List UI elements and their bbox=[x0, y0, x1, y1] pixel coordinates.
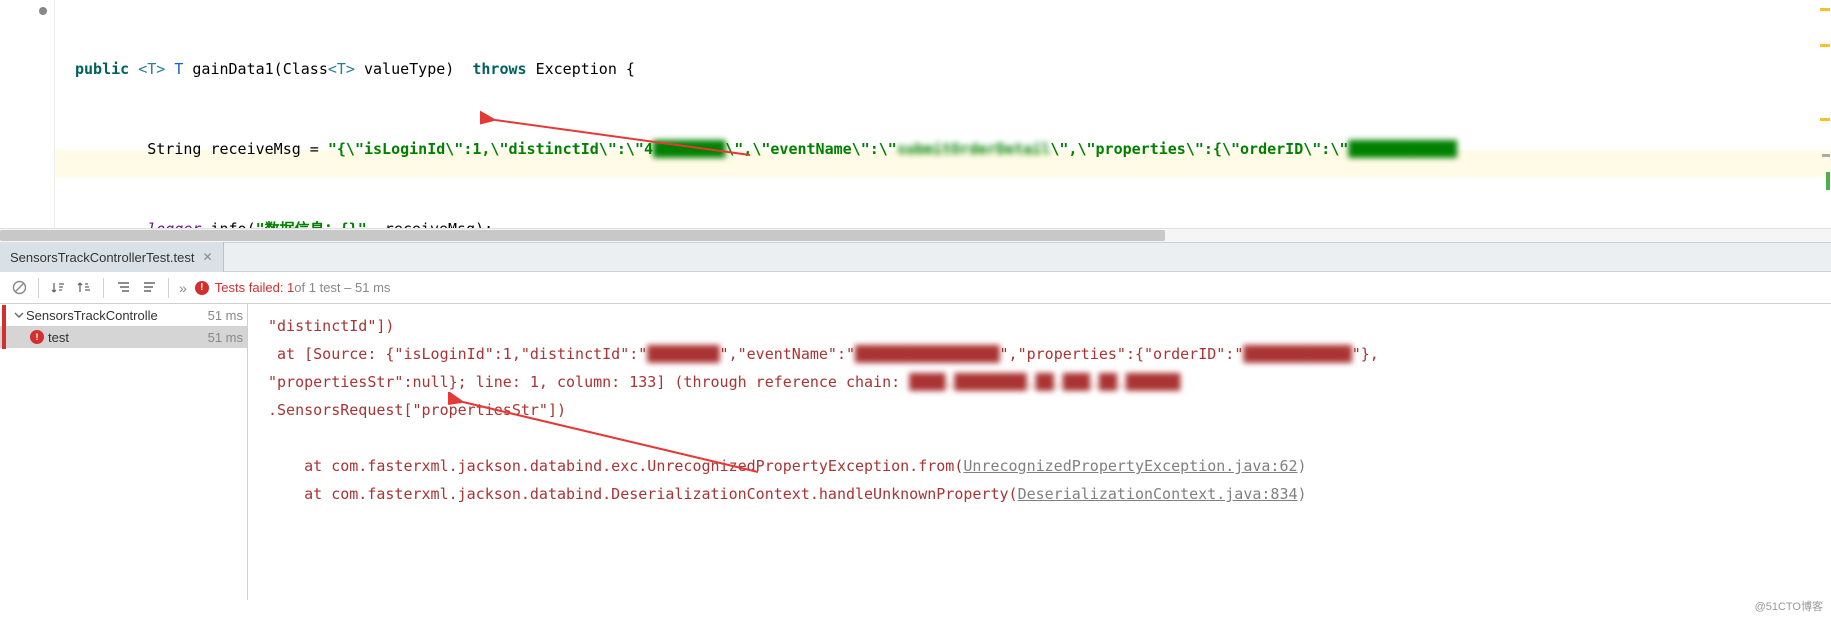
scrollbar-thumb[interactable] bbox=[0, 230, 1165, 241]
console-line: "propertiesStr":null}; line: 1, column: … bbox=[268, 368, 1811, 396]
editor-gutter bbox=[0, 0, 55, 228]
test-toolbar: » ! Tests failed: 1 of 1 test – 51 ms bbox=[0, 272, 1831, 304]
tab-label: SensorsTrackControllerTest.test bbox=[10, 250, 194, 265]
tree-root-label: SensorsTrackControlle bbox=[26, 308, 208, 323]
sort-down-icon[interactable] bbox=[47, 277, 69, 299]
chevron-down-icon bbox=[14, 310, 24, 320]
console-line: .SensorsRequest["propertiesStr"]) bbox=[268, 396, 1811, 424]
console-line: at [Source: {"isLoginId":1,"distinctId":… bbox=[268, 340, 1811, 368]
fail-icon: ! bbox=[195, 281, 209, 295]
tree-root[interactable]: SensorsTrackControlle 51 ms bbox=[0, 304, 247, 326]
console-line: at com.fasterxml.jackson.databind.exc.Un… bbox=[268, 452, 1811, 480]
stack-link[interactable]: UnrecognizedPropertyException.java:62 bbox=[963, 457, 1297, 475]
override-icon bbox=[38, 6, 48, 16]
close-icon[interactable]: ✕ bbox=[202, 250, 212, 264]
expand-icon[interactable] bbox=[112, 277, 134, 299]
horizontal-scrollbar[interactable] bbox=[0, 228, 1831, 242]
code-editor[interactable]: public <T> T gainData1(Class<T> valueTyp… bbox=[0, 0, 1831, 228]
more-icon[interactable]: » bbox=[179, 280, 187, 296]
test-tab[interactable]: SensorsTrackControllerTest.test ✕ bbox=[0, 242, 224, 272]
console-line: "distinctId"]) bbox=[268, 312, 1811, 340]
test-status: ! Tests failed: 1 of 1 test – 51 ms bbox=[195, 280, 391, 295]
tree-test-item[interactable]: ! test 51 ms bbox=[0, 326, 247, 348]
test-results: SensorsTrackControlle 51 ms ! test 51 ms… bbox=[0, 304, 1831, 600]
console-output[interactable]: "distinctId"]) at [Source: {"isLoginId":… bbox=[248, 304, 1831, 600]
fail-icon: ! bbox=[30, 330, 44, 344]
disable-icon[interactable] bbox=[8, 277, 30, 299]
tree-test-time: 51 ms bbox=[208, 330, 243, 345]
code-content[interactable]: public <T> T gainData1(Class<T> valueTyp… bbox=[0, 0, 1831, 228]
watermark: @51CTO博客 bbox=[1755, 598, 1823, 614]
collapse-icon[interactable] bbox=[138, 277, 160, 299]
fail-summary: of 1 test – 51 ms bbox=[294, 280, 390, 295]
code-line-1: public <T> T gainData1(Class<T> valueTyp… bbox=[75, 56, 1831, 83]
run-indicator bbox=[2, 305, 6, 349]
console-line: at com.fasterxml.jackson.databind.Deseri… bbox=[268, 480, 1811, 508]
sort-up-icon[interactable] bbox=[73, 277, 95, 299]
test-tree[interactable]: SensorsTrackControlle 51 ms ! test 51 ms bbox=[0, 304, 248, 600]
console-blank bbox=[268, 424, 1811, 452]
editor-overview-ruler[interactable] bbox=[1819, 0, 1831, 228]
code-line-2: String receiveMsg = "{\"isLoginId\":1,\"… bbox=[75, 136, 1831, 163]
stack-link[interactable]: DeserializationContext.java:834 bbox=[1018, 485, 1298, 503]
tree-test-label: test bbox=[48, 330, 208, 345]
code-line-3: logger.info("数据信息：{}", receiveMsg); bbox=[75, 216, 1831, 228]
fail-label: Tests failed: 1 bbox=[215, 280, 295, 295]
run-tab-bar: SensorsTrackControllerTest.test ✕ bbox=[0, 242, 1831, 272]
tree-root-time: 51 ms bbox=[208, 308, 243, 323]
